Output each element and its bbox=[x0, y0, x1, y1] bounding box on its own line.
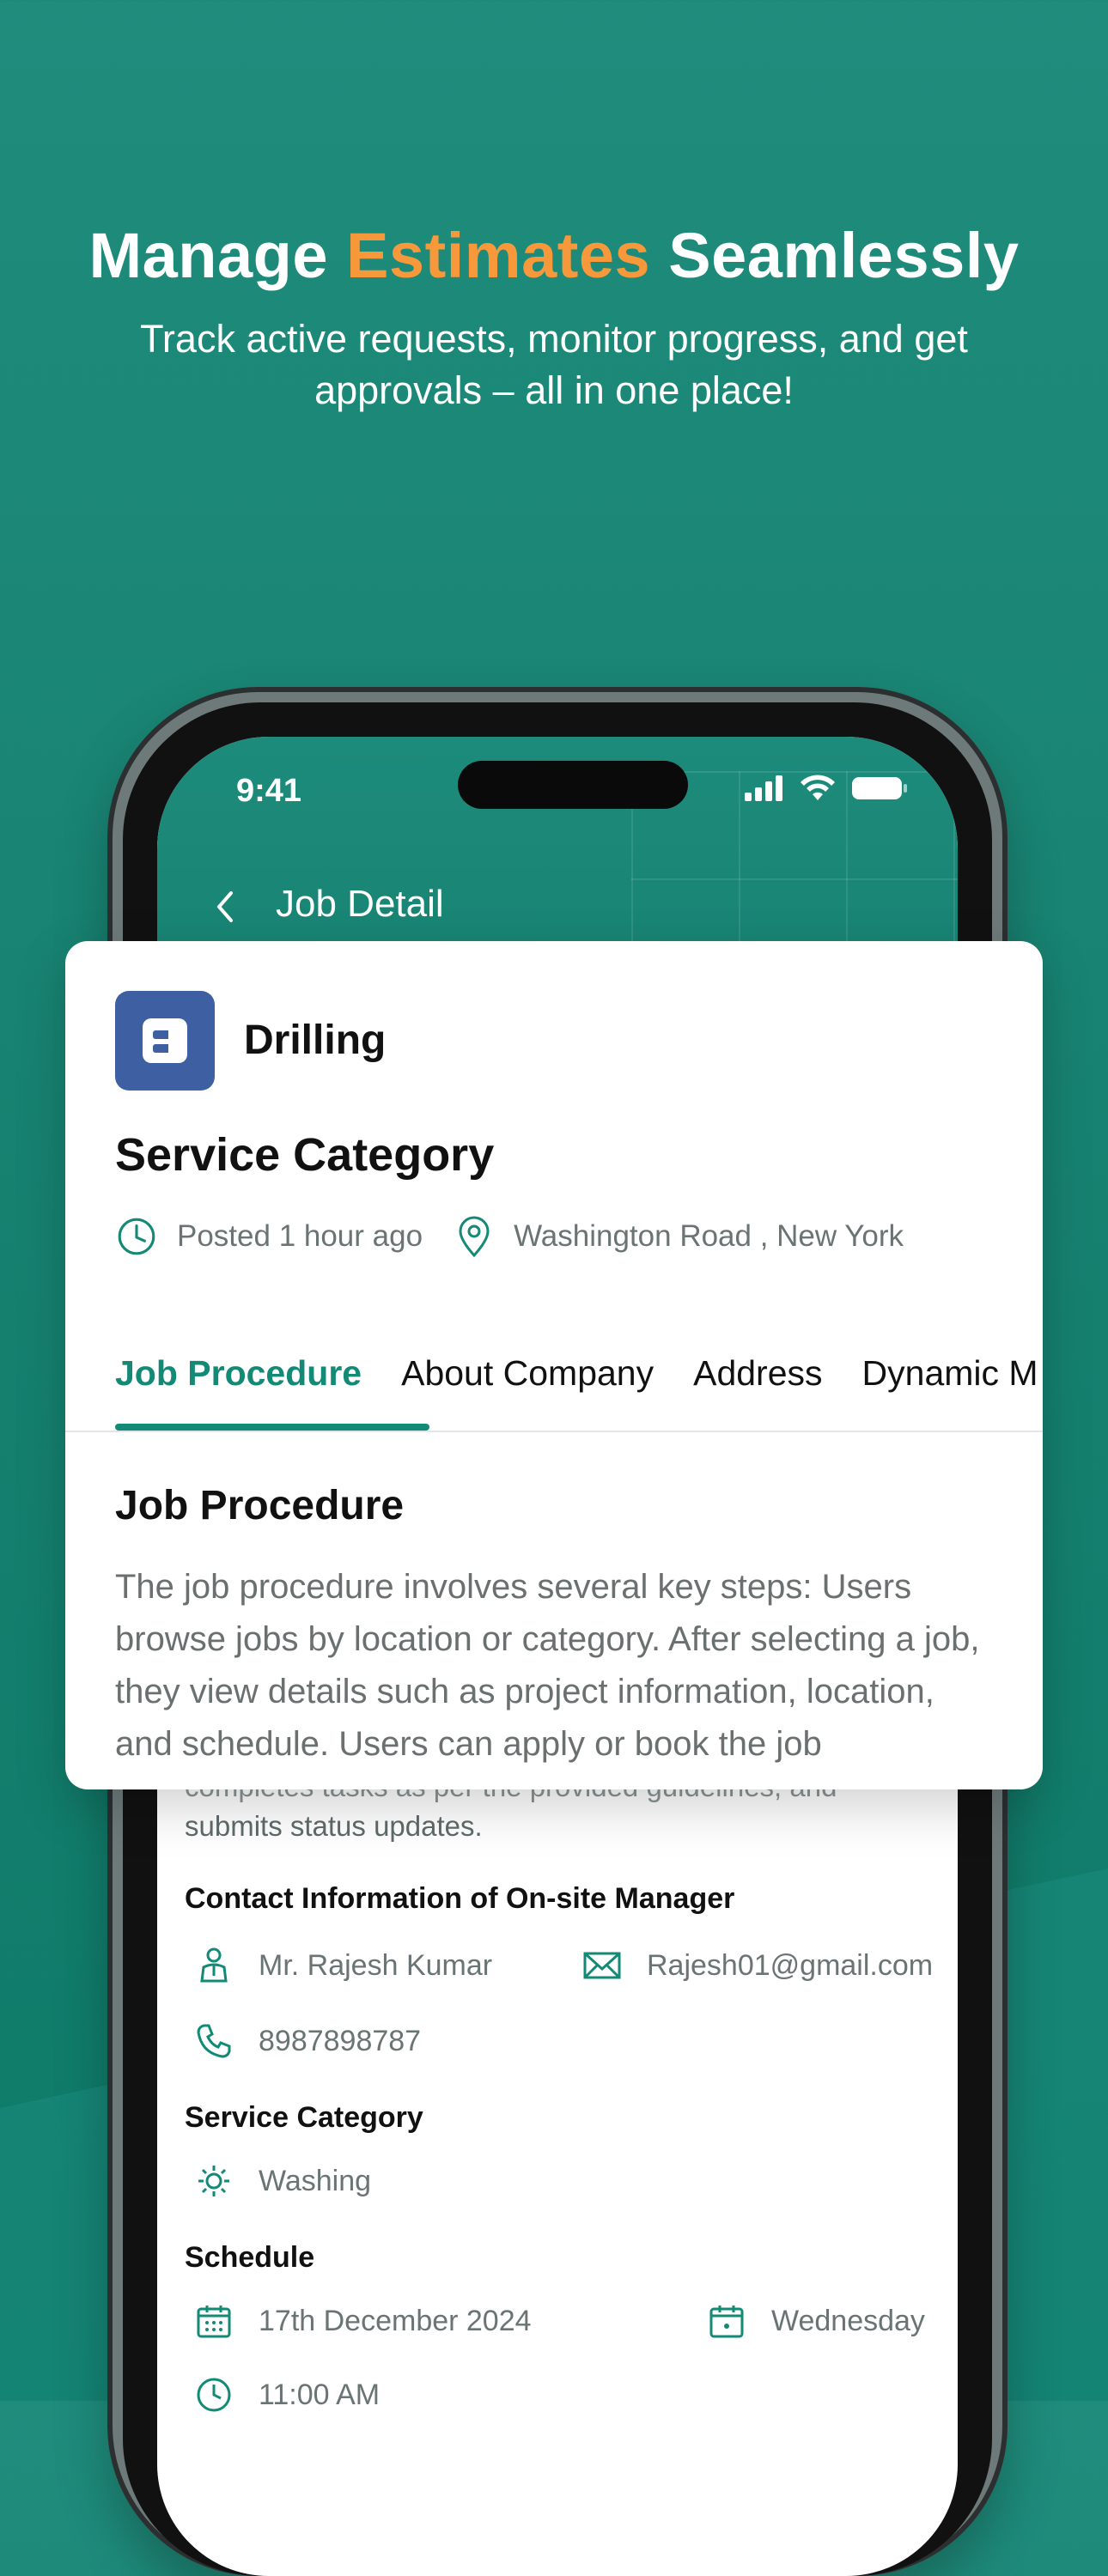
job-title: Service Category bbox=[115, 1129, 495, 1181]
tab-bar: Job Procedure About Company Address Dyna… bbox=[115, 1353, 1038, 1394]
contact-email[interactable]: Rajesh01@gmail.com bbox=[647, 1949, 933, 1983]
schedule-day: Wednesday bbox=[771, 2304, 925, 2337]
contact-name: Mr. Rajesh Kumar bbox=[259, 1948, 493, 1982]
schedule-time-item: 11:00 AM bbox=[193, 2374, 380, 2415]
tab-job-procedure[interactable]: Job Procedure bbox=[115, 1353, 362, 1394]
battery-icon bbox=[852, 777, 907, 799]
gear-tools-icon bbox=[198, 2166, 229, 2196]
company-logo bbox=[115, 991, 215, 1091]
schedule-section-title: Schedule bbox=[185, 2241, 315, 2274]
status-time: 9:41 bbox=[236, 773, 302, 809]
contact-phone[interactable]: 8987898787 bbox=[259, 2025, 421, 2058]
status-icons bbox=[745, 775, 908, 802]
schedule-day-item: Wednesday bbox=[706, 2300, 925, 2342]
contact-row-1: Mr. Rajesh Kumar Rajesh01@gmail.com bbox=[193, 1945, 953, 1986]
tab-about-company[interactable]: About Company bbox=[401, 1353, 654, 1394]
tab-dynamic[interactable]: Dynamic M bbox=[862, 1353, 1038, 1394]
job-meta: Posted 1 hour ago Washington Road , New … bbox=[115, 1214, 904, 1259]
location-item: Washington Road , New York bbox=[454, 1214, 904, 1259]
wifi-icon bbox=[801, 775, 835, 800]
nav-title: Job Detail bbox=[276, 883, 444, 925]
service-value: Washing bbox=[259, 2164, 372, 2197]
location-pin-icon bbox=[459, 1216, 490, 1258]
hero-title: Manage Estimates Seamlessly bbox=[0, 219, 1108, 292]
contact-name-item: Mr. Rajesh Kumar bbox=[193, 1945, 581, 1986]
schedule-time: 11:00 AM bbox=[259, 2378, 380, 2411]
tab-address[interactable]: Address bbox=[693, 1353, 822, 1394]
hero-subtitle: Track active requests, monitor progress,… bbox=[140, 317, 968, 412]
hero-title-part2: Seamlessly bbox=[668, 220, 1020, 291]
schedule-date: 17th December 2024 bbox=[259, 2304, 532, 2337]
contact-row-2: 8987898787 bbox=[193, 2020, 953, 2062]
clock-icon bbox=[197, 2378, 231, 2412]
mail-icon bbox=[583, 1952, 621, 1979]
active-tab-indicator bbox=[115, 1424, 429, 1431]
faded-text-line2: submits status updates. bbox=[185, 1810, 483, 1842]
service-row: Washing bbox=[193, 2160, 953, 2202]
section-text: The job procedure involves several key s… bbox=[115, 1568, 980, 1763]
tab-divider bbox=[65, 1431, 1043, 1432]
job-detail-card: Drilling Service Category Posted 1 hour … bbox=[65, 941, 1043, 1789]
calendar-day-icon bbox=[709, 2306, 744, 2338]
dynamic-island bbox=[458, 761, 688, 809]
detail-content: completes tasks as per the provided guid… bbox=[146, 1767, 953, 2415]
person-icon bbox=[200, 1947, 228, 1983]
contact-phone-item[interactable]: 8987898787 bbox=[193, 2020, 421, 2062]
signal-icon bbox=[745, 775, 782, 801]
hero-title-accent: Estimates bbox=[346, 220, 651, 291]
schedule-row: 17th December 2024 Wednesday bbox=[193, 2300, 953, 2342]
back-arrow-icon[interactable] bbox=[209, 890, 243, 924]
section-title: Job Procedure bbox=[115, 1483, 405, 1528]
posted-time: Posted 1 hour ago bbox=[177, 1219, 423, 1253]
service-item: Washing bbox=[193, 2160, 371, 2202]
schedule-date-item: 17th December 2024 bbox=[193, 2300, 706, 2342]
service-section-title: Service Category bbox=[185, 2101, 423, 2134]
phone-icon bbox=[197, 2024, 231, 2058]
hero-title-part1: Manage bbox=[88, 220, 329, 291]
company-name: Drilling bbox=[244, 1018, 387, 1063]
job-location: Washington Road , New York bbox=[514, 1219, 904, 1253]
company-logo-icon bbox=[143, 1018, 187, 1063]
clock-icon bbox=[118, 1218, 155, 1255]
contact-section-title: Contact Information of On-site Manager bbox=[185, 1882, 735, 1915]
calendar-icon bbox=[197, 2306, 231, 2338]
schedule-time-row: 11:00 AM bbox=[193, 2374, 953, 2415]
posted-item: Posted 1 hour ago bbox=[115, 1215, 423, 1258]
contact-email-item[interactable]: Rajesh01@gmail.com bbox=[581, 1945, 933, 1986]
